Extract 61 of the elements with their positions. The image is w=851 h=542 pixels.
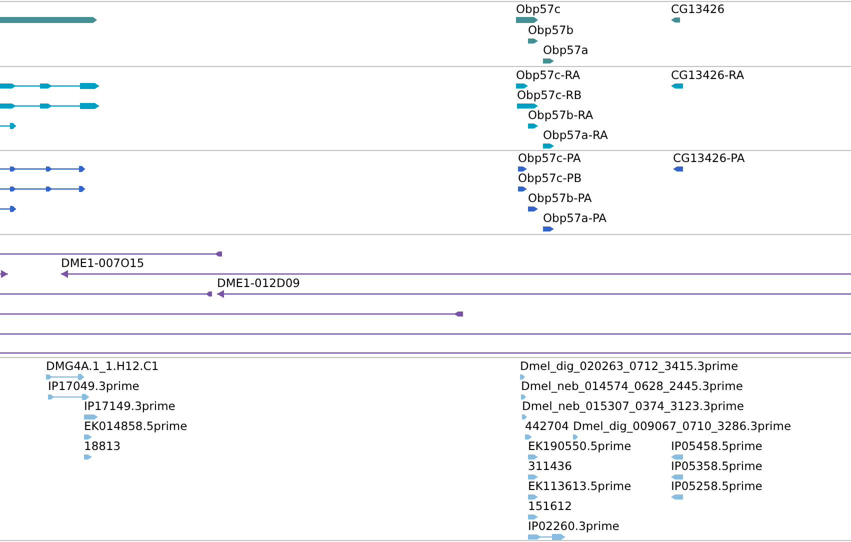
feature-label: Dmel_neb_014574_0628_2445.3prime (521, 379, 743, 393)
feature-glyph[interactable] (673, 166, 683, 172)
feature-label: Obp57c-RA (516, 68, 580, 82)
feature-label: 18813 (84, 439, 121, 453)
feature-label: EK014858.5prime (84, 419, 188, 433)
feature-glyph[interactable] (518, 166, 527, 172)
feature-glyph[interactable] (0, 312, 463, 316)
feature-label: DMG4A.1_1.H12.C1 (46, 359, 159, 373)
feature-label: EK113613.5prime (528, 479, 632, 493)
feature-label: IP02260.3prime (528, 519, 620, 533)
feature-label: Obp57a-PA (543, 211, 607, 225)
feature-label: Obp57b-PA (528, 191, 592, 205)
feature-glyph[interactable] (671, 84, 683, 88)
feature-label: DME1-012D09 (217, 276, 300, 290)
feature-label: Dmel_neb_015307_0374_3123.3prime (522, 399, 744, 413)
feature-glyph[interactable] (0, 123, 16, 129)
feature-label: 151612 (528, 499, 572, 513)
feature-label: IP05358.5prime (671, 459, 762, 473)
feature-label: Obp57b-RA (528, 108, 594, 122)
feature-label: Obp57c-PA (518, 151, 581, 165)
feature-label: CG13426 (671, 2, 725, 16)
feature-label: Obp57a-RA (543, 128, 608, 142)
feature-label: Obp57c (516, 2, 561, 16)
feature-glyph[interactable] (0, 166, 85, 172)
feature-glyph[interactable] (0, 292, 212, 296)
feature-label: CG13426-PA (673, 151, 745, 165)
feature-glyph[interactable] (671, 18, 680, 22)
feature-label: Obp57a (543, 43, 588, 57)
feature-label: DME1-007O15 (61, 256, 144, 270)
feature-glyph[interactable] (0, 206, 16, 212)
feature-glyph[interactable] (217, 290, 851, 298)
feature-label: IP05458.5prime (671, 439, 762, 453)
feature-glyph[interactable] (0, 252, 222, 256)
feature-glyph[interactable] (516, 84, 528, 88)
feature-label: IP17149.3prime (84, 399, 176, 413)
feature-glyph[interactable] (517, 104, 538, 108)
feature-glyph[interactable] (543, 144, 554, 148)
feature-glyph[interactable] (528, 38, 538, 44)
feature-glyph[interactable] (0, 83, 99, 89)
feature-glyph[interactable] (528, 206, 538, 212)
feature-glyph[interactable] (516, 17, 538, 23)
feature-label: Dmel_dig_009067_0710_3286.3prime (573, 419, 792, 433)
feature-glyph[interactable] (528, 124, 538, 128)
feature-label: IP05258.5prime (671, 479, 762, 493)
feature-label: Obp57b (528, 23, 574, 37)
feature-glyph[interactable] (543, 226, 554, 232)
feature-label: 442704 (525, 419, 569, 433)
feature-label: Obp57c-PB (518, 171, 582, 185)
feature-glyph[interactable] (0, 103, 99, 109)
feature-glyph[interactable] (0, 17, 97, 23)
feature-glyph[interactable] (518, 186, 527, 192)
feature-glyph[interactable] (0, 186, 85, 192)
feature-label: EK190550.5prime (528, 439, 632, 453)
feature-label: 311436 (528, 459, 572, 473)
feature-glyph[interactable] (61, 270, 851, 278)
feature-label: Dmel_dig_020263_0712_3415.3prime (520, 359, 738, 373)
feature-label: CG13426-RA (671, 68, 744, 82)
feature-label: IP17049.3prime (48, 379, 140, 393)
feature-glyph[interactable] (543, 58, 554, 64)
feature-glyph[interactable] (0, 270, 8, 278)
feature-label: Obp57c-RB (517, 88, 582, 102)
